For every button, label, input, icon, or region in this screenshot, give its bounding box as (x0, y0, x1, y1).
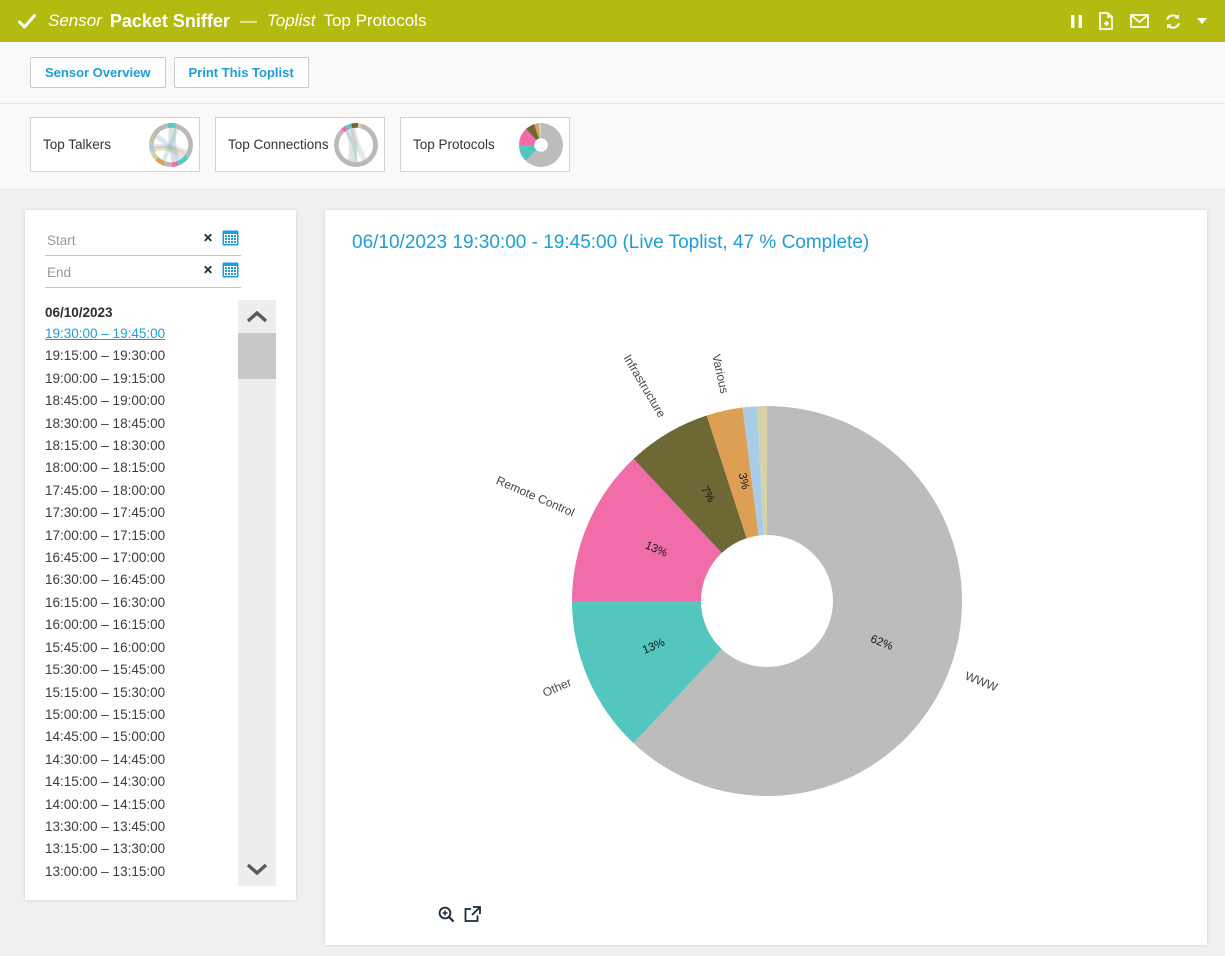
slice-label: WWW (963, 669, 1000, 695)
tab-label: Top Connections (228, 137, 329, 152)
open-external-icon[interactable] (464, 906, 481, 923)
calendar-icon[interactable] (222, 229, 239, 246)
mail-icon[interactable] (1130, 14, 1149, 28)
prtg-toplist-page: { "colors": { "topbar_background": "#b4b… (0, 0, 1225, 956)
caret-down-icon[interactable] (1197, 18, 1207, 24)
zoom-in-icon[interactable] (438, 906, 455, 923)
chart-title: 06/10/2023 19:30:00 - 19:45:00 (Live Top… (352, 232, 869, 254)
toplist-tab-top-protocols[interactable]: Top Protocols (400, 117, 570, 172)
chord-diagram-icon (333, 122, 379, 168)
refresh-icon[interactable] (1164, 13, 1182, 30)
scroll-down-button[interactable] (238, 854, 276, 884)
clear-end-icon[interactable]: ✕ (203, 263, 213, 277)
chart-area: WWW62%Other13%Remote Control13%Infrastru… (325, 270, 1207, 910)
end-date-field: ✕ (45, 258, 241, 288)
chord-diagram-icon (148, 122, 194, 168)
pause-icon[interactable] (1071, 14, 1083, 29)
start-date-field: ✕ (45, 226, 241, 256)
slice-label: Other (540, 675, 573, 700)
print-toplist-button[interactable]: Print This Toplist (174, 57, 309, 88)
toplist-tab-top-talkers[interactable]: Top Talkers (30, 117, 200, 172)
toolbar-section: Sensor Overview Print This Toplist Top T… (0, 42, 1225, 190)
sensor-type-label: Sensor (48, 11, 102, 31)
clear-start-icon[interactable]: ✕ (203, 231, 213, 245)
slice-label: Remote Control (494, 473, 577, 519)
slice-label: Various (709, 353, 731, 395)
donut-chart-icon (518, 122, 564, 168)
tab-label: Top Talkers (43, 137, 111, 152)
tab-label: Top Protocols (413, 137, 495, 152)
protocols-donut-chart: WWW62%Other13%Remote Control13%Infrastru… (325, 270, 1207, 910)
toplist-tab-top-connections[interactable]: Top Connections (215, 117, 385, 172)
report-icon[interactable] (1098, 12, 1115, 30)
end-date-input[interactable] (45, 258, 187, 284)
calendar-icon[interactable] (222, 261, 239, 278)
toplist-label: Toplist (267, 11, 316, 31)
slice-label: Infrastructure (621, 352, 669, 420)
list-scrollbar (238, 300, 276, 886)
top-header-bar: Sensor Packet Sniffer — Toplist Top Prot… (0, 0, 1225, 42)
start-date-input[interactable] (45, 226, 187, 252)
scrollbar-thumb[interactable] (238, 333, 276, 379)
toplist-name: Top Protocols (323, 11, 426, 31)
scroll-up-button[interactable] (238, 302, 276, 332)
check-icon (18, 14, 36, 29)
title-separator: — (240, 11, 257, 31)
toplist-chart-panel: 06/10/2023 19:30:00 - 19:45:00 (Live Top… (325, 210, 1207, 945)
time-range-sidebar: ✕ ✕ 06/10/2023 19:30:00 – 19:45:0019:15:… (25, 210, 296, 900)
sensor-name: Packet Sniffer (110, 11, 230, 32)
sensor-overview-button[interactable]: Sensor Overview (30, 57, 166, 88)
divider (0, 103, 1225, 104)
